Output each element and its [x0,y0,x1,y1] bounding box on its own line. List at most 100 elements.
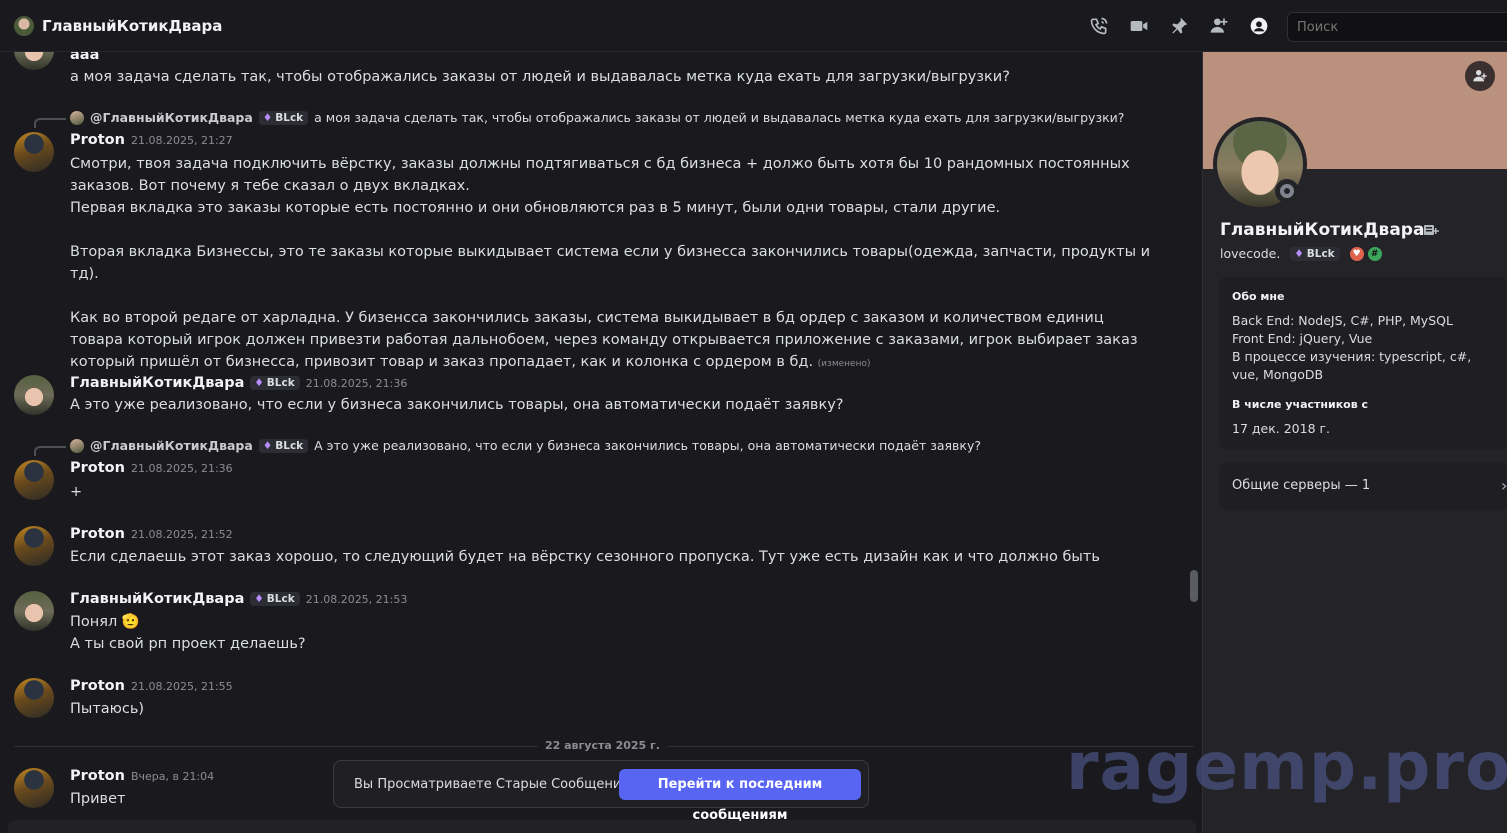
add-friend-button[interactable] [1465,61,1495,91]
message-text: + [70,484,83,500]
avatar[interactable] [14,52,54,70]
timestamp: 21.08.2025, 21:53 [305,593,408,606]
watermark-logo: ragemp.pro [1066,728,1507,805]
username[interactable]: Proton [70,460,125,476]
profile-username: lovecode. [1220,246,1281,261]
channel-header: ГлавныйКотикДвара [0,0,1507,52]
clan-badge[interactable]: ♦ BLck [1290,246,1340,261]
about-line: В процессе изучения: typescript, c#, vue… [1232,349,1472,382]
user-profile-panel: ГлавныйКотикДвара lovecode. ♦ BLck ♥ # Об… [1202,52,1507,833]
note-icon[interactable] [1423,222,1439,238]
badge-label: BLck [275,439,304,452]
message: Proton 21.08.2025, 21:55 Пытаюсь) [0,676,1180,726]
reply-username[interactable]: @ГлавныйКотикДвара [90,438,253,453]
hypesquad-badge-icon[interactable]: ♥ [1349,246,1364,261]
about-me-card: Обо мне Back End: NodeJS, C#, PHP, MySQL… [1219,277,1507,450]
avatar[interactable] [14,132,54,172]
avatar[interactable] [14,375,54,415]
saluting-face-emoji: 🫡 [121,614,140,630]
username[interactable]: Proton [70,678,125,694]
timestamp: 21.08.2025, 21:36 [130,462,233,475]
edited-label: (изменено) [817,359,871,369]
flame-icon: ♦ [254,593,264,605]
clan-badge: ♦ BLck [258,110,309,125]
avatar[interactable] [14,768,54,808]
clan-badge: ♦ BLck [250,592,300,606]
message-composer[interactable] [8,820,1196,833]
message-text: Смотри, твоя задача подключить вёрстку, … [70,153,1160,375]
paragraph: Как во второй редаге от харладна. У бизе… [70,307,1160,375]
badge-label: BLck [266,377,295,389]
username[interactable]: ГлавныйКотикДвара [70,591,244,607]
date-divider-label: 22 августа 2025 г. [538,739,667,752]
username[interactable]: Proton [70,132,125,148]
about-me-label: Обо мне [1232,290,1285,303]
flame-icon: ♦ [262,111,273,124]
profile-handle-row: lovecode. ♦ BLck ♥ # [1220,246,1382,261]
timestamp: 21.08.2025, 21:36 [305,377,408,390]
video-call-icon[interactable] [1129,16,1149,36]
search-input[interactable] [1287,12,1507,42]
reply-spine [34,118,66,128]
add-friend-icon [1473,70,1487,82]
reply-preview-text[interactable]: а моя задача сделать так, чтобы отобража… [314,110,1124,125]
message: aaa а моя задача сделать так, чтобы отоб… [0,52,1180,90]
paragraph: Вторая вкладка Бизнессы, это те заказы к… [70,244,1151,282]
message-text-cut: aaa [70,52,100,63]
about-me-text: Back End: NodeJS, C#, PHP, MySQL Front E… [1232,312,1502,384]
header-avatar [14,16,34,36]
jump-to-present-button[interactable]: Перейти к последним сообщениям [619,769,861,823]
paragraph: Смотри, твоя задача подключить вёрстку, … [70,156,1130,194]
reply-spine [34,446,66,456]
message-line: А ты свой рп проект делаешь? [70,636,306,652]
message-text: Пытаюсь) [70,701,145,717]
message-line: Понял 🫡 [70,611,1160,633]
reply-reference[interactable]: @ГлавныйКотикДвара ♦ BLck А это уже реали… [70,438,981,453]
message-header: Proton 21.08.2025, 21:27 [70,132,233,148]
username[interactable]: Proton [70,768,125,784]
member-since-label: В числе участников с [1232,398,1369,411]
timestamp: 21.08.2025, 21:55 [130,680,233,693]
about-line: Front End: jQuery, Vue [1232,331,1373,346]
message-header: Proton 21.08.2025, 21:36 [70,460,233,476]
profile-avatar-frame [1213,117,1307,211]
pin-icon[interactable] [1169,16,1189,36]
chevron-right-icon: › [1501,476,1507,495]
voice-call-icon[interactable] [1089,16,1109,36]
reply-reference[interactable]: @ГлавныйКотикДвара ♦ BLck а моя задача сд… [70,110,1124,125]
timestamp: Вчера, в 21:04 [130,770,215,783]
message-header: ГлавныйКотикДвара ♦ BLck 21.08.2025, 21:36 [70,375,407,391]
avatar[interactable] [14,526,54,566]
add-friends-to-dm-icon[interactable] [1209,16,1229,36]
message: ГлавныйКотикДвара ♦ BLck 21.08.2025, 21:36 … [0,372,1180,422]
about-line: Back End: NodeJS, C#, PHP, MySQL [1232,313,1453,328]
reply-preview-text[interactable]: А это уже реализовано, что если у бизнес… [314,438,981,453]
username[interactable]: ГлавныйКотикДвара [70,375,244,391]
flame-icon: ♦ [254,377,264,389]
old-messages-bar: Вы Просматриваете Старые Сообщения Перей… [333,760,869,823]
dm-title: ГлавныйКотикДвара [42,17,223,35]
avatar[interactable] [14,460,54,500]
line-text: Понял [70,614,118,630]
message-list[interactable]: aaa а моя задача сделать так, чтобы отоб… [0,52,1202,833]
mutual-servers-row[interactable]: Общие серверы — 1 › [1219,462,1507,510]
user-profile-icon[interactable] [1249,16,1269,36]
username[interactable]: Proton [70,526,125,542]
clan-badge: ♦ BLck [250,376,300,390]
reply-username[interactable]: @ГлавныйКотикДвара [90,110,253,125]
reply-avatar [70,110,84,125]
badge-label: BLck [1306,247,1335,260]
avatar[interactable] [14,591,54,631]
avatar[interactable] [14,678,54,718]
old-messages-label: Вы Просматриваете Старые Сообщения [354,777,630,792]
timestamp: 21.08.2025, 21:52 [130,528,233,541]
message-text: А это уже реализовано, что если у бизнес… [70,397,844,413]
active-developer-badge-icon[interactable]: # [1367,246,1382,261]
badge-label: BLck [275,111,304,124]
message-header: Proton 21.08.2025, 21:52 [70,526,233,542]
chat-scrollbar-thumb[interactable] [1190,570,1198,602]
message-header: Proton 21.08.2025, 21:55 [70,678,233,694]
flame-icon: ♦ [1294,247,1304,260]
offline-status-icon [1275,179,1299,203]
message-text: Если сделаешь этот заказ хорошо, то след… [70,549,1100,565]
